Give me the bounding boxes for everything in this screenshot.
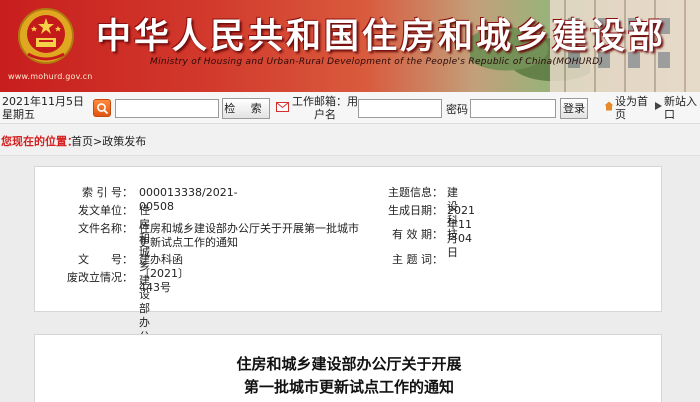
username-input[interactable] — [358, 99, 442, 118]
site-url: www.mohurd.gov.cn — [8, 72, 93, 81]
date-value: 2021年11月04日 — [447, 204, 475, 259]
valid-key: 有 效 期： — [392, 228, 443, 241]
article-title-line2: 第一批城市更新试点工作的通知 — [243, 378, 454, 396]
national-emblem-icon[interactable] — [14, 6, 78, 68]
arrow-icon — [655, 102, 662, 110]
docno-value: 建办科函〔2021〕443号 — [139, 253, 189, 294]
breadcrumb: 您现在的位置： 首页>政策发布 — [0, 124, 700, 156]
article-panel: 住房和城乡建设部办公厅关于开展 第一批城市更新试点工作的通知 — [34, 334, 662, 402]
breadcrumb-label: 您现在的位置： — [1, 135, 78, 148]
password-input[interactable] — [470, 99, 556, 118]
breadcrumb-path[interactable]: 首页>政策发布 — [71, 133, 146, 149]
title-key: 文件名称： — [78, 222, 133, 235]
docno-key: 文 号： — [78, 253, 133, 266]
document-info-panel: 索 引 号： 000013338/2021-00508 发文单位： 住房和城乡建… — [34, 166, 662, 357]
password-label: 密码 — [446, 103, 468, 116]
topic-key: 主题信息： — [388, 186, 443, 199]
index-value: 000013338/2021-00508 — [139, 186, 238, 213]
current-date: 2021年11月5日 星期五 — [2, 95, 84, 121]
mail-icon — [276, 102, 289, 112]
login-button[interactable]: 登录 — [560, 98, 588, 119]
mail-username-label: 工作邮箱：用户名 — [292, 95, 358, 121]
index-key: 索 引 号： — [82, 186, 133, 199]
unit-key: 发文单位： — [78, 204, 133, 217]
search-icon[interactable] — [93, 99, 111, 117]
site-subtitle: Ministry of Housing and Urban-Rural Deve… — [150, 57, 604, 67]
search-button[interactable]: 检 索 — [222, 98, 270, 119]
repeal-key: 废改立情况： — [67, 271, 133, 284]
article-title-line1: 住房和城乡建设部办公厅关于开展 — [236, 355, 462, 373]
home-icon — [604, 101, 614, 111]
keyword-key: 主 题 词： — [392, 253, 443, 266]
title-value: 住房和城乡建设部办公厅关于开展第一批城市更新试点工作的通知 — [139, 222, 359, 249]
date-key: 生成日期： — [388, 204, 443, 217]
set-homepage-link[interactable]: 设为首页 — [615, 95, 655, 121]
utility-bar: 2021年11月5日 星期五 检 索 工作邮箱：用户名 密码 登录 设为首页 新… — [0, 92, 700, 124]
site-banner: www.mohurd.gov.cn 中华人民共和国住房和城乡建设部 Minist… — [0, 0, 700, 92]
search-input[interactable] — [115, 99, 219, 118]
article-title: 住房和城乡建设部办公厅关于开展 第一批城市更新试点工作的通知 — [35, 353, 663, 399]
new-site-entry-link[interactable]: 新站入口 — [664, 95, 700, 121]
site-title[interactable]: 中华人民共和国住房和城乡建设部 — [96, 8, 666, 59]
